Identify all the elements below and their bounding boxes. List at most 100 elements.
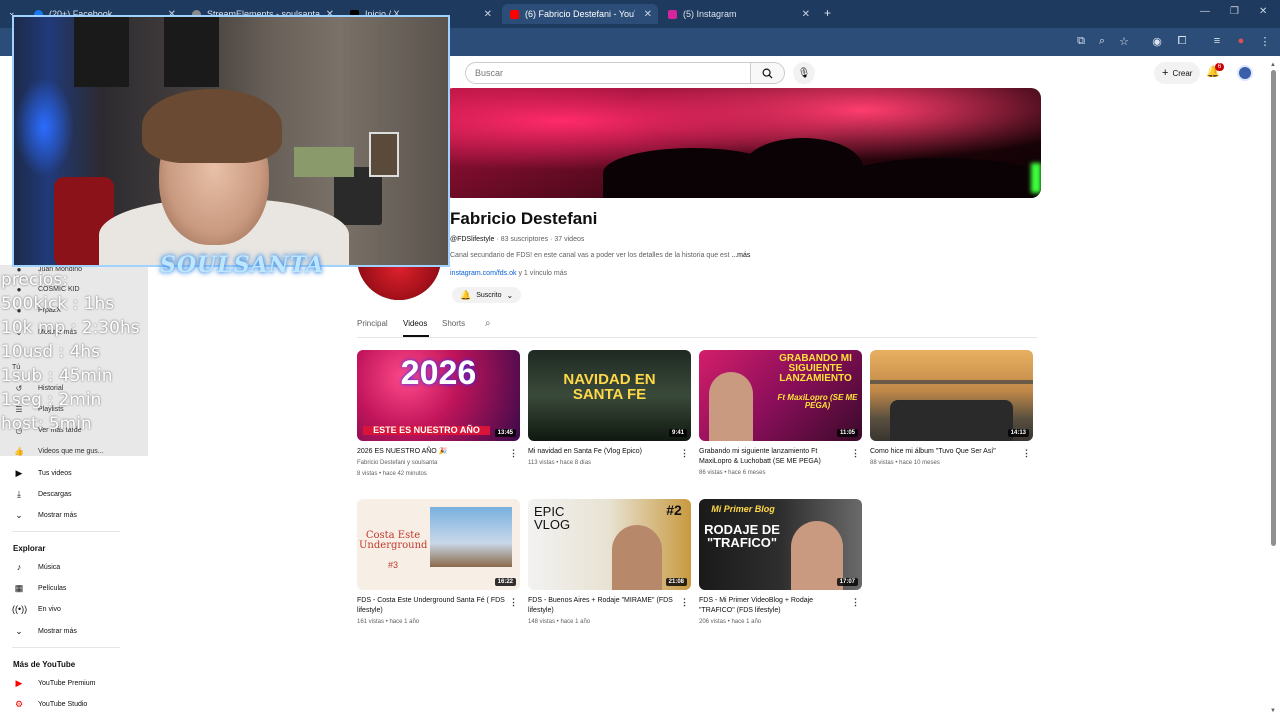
profile-icon[interactable]: ● bbox=[1234, 35, 1248, 47]
tab-principal[interactable]: Principal bbox=[357, 319, 388, 328]
video-thumbnail[interactable]: 2026 ESTE ES NUESTRO AÑO 13:45 bbox=[357, 350, 520, 441]
thumb-person bbox=[709, 372, 753, 441]
close-icon[interactable]: ✕ bbox=[484, 9, 492, 20]
subscribed-button[interactable]: 🔔 Suscrito ⌄ bbox=[452, 287, 522, 303]
page-scrollbar[interactable] bbox=[1271, 70, 1276, 546]
video-title[interactable]: FDS - Costa Este Underground Santa Fé ( … bbox=[357, 596, 507, 616]
price-line: 500kick : 1hs bbox=[1, 294, 115, 314]
tab-instagram[interactable]: (5) Instagram ✕ bbox=[660, 4, 816, 24]
thumb-sub: ESTE ES NUESTRO AÑO bbox=[363, 426, 490, 435]
extension-icon[interactable]: ◉ bbox=[1150, 35, 1164, 48]
tab-youtube[interactable]: (6) Fabricio Destefani - YouTube ✕ bbox=[502, 4, 658, 24]
close-window-icon[interactable]: ✕ bbox=[1259, 6, 1267, 17]
thumb-text: RODAJE DE "TRAFICO" bbox=[704, 522, 780, 550]
cast-icon[interactable]: ⧉ bbox=[1074, 35, 1088, 48]
channel-search-icon[interactable]: ⌕ bbox=[485, 318, 491, 329]
bookmark-star-icon[interactable]: ☆ bbox=[1117, 35, 1131, 48]
search-button[interactable] bbox=[751, 62, 785, 84]
video-card[interactable]: 2026 ESTE ES NUESTRO AÑO 13:45 2026 ES N… bbox=[357, 350, 520, 479]
video-card[interactable]: GRABANDO MI SIGUIENTE LANZAMIENTO Ft Max… bbox=[699, 350, 862, 478]
video-thumbnail[interactable]: NAVIDAD EN SANTA FE 9:41 bbox=[528, 350, 691, 441]
video-duration: 17:07 bbox=[836, 578, 858, 586]
video-title[interactable]: Como hice mi álbum "Tuvo Que Ser Así" bbox=[870, 447, 1020, 457]
subscriber-count: 83 suscriptores bbox=[500, 236, 549, 243]
sidebar-item-label: Música bbox=[38, 563, 61, 571]
channel-link-more[interactable]: y 1 vínculo más bbox=[518, 270, 567, 277]
video-thumbnail[interactable]: Costa Este Underground #3 16:22 bbox=[357, 499, 520, 590]
channel-link-url[interactable]: instagram.com/fds.ok bbox=[450, 270, 517, 277]
description-more[interactable]: ...más bbox=[731, 252, 750, 259]
video-card[interactable]: NAVIDAD EN SANTA FE 9:41 Mi navidad en S… bbox=[528, 350, 691, 468]
more-options-icon[interactable]: ⋮ bbox=[680, 597, 689, 608]
zoom-icon[interactable]: ⌕ bbox=[1095, 35, 1109, 48]
sidebar-item-label: Mostrar más bbox=[38, 511, 77, 519]
more-options-icon[interactable]: ⋮ bbox=[1022, 448, 1031, 459]
video-card[interactable]: Mi Primer Blog RODAJE DE "TRAFICO" 17:07… bbox=[699, 499, 862, 627]
scroll-up-arrow-icon[interactable]: ▲ bbox=[1270, 62, 1276, 68]
search-input[interactable]: Buscar bbox=[465, 62, 751, 84]
more-options-icon[interactable]: ⋮ bbox=[509, 448, 518, 459]
scroll-down-arrow-icon[interactable]: ▼ bbox=[1270, 708, 1276, 714]
media-queue-icon[interactable]: ≡ bbox=[1210, 35, 1224, 47]
price-line: 1seg : 2min bbox=[1, 390, 102, 410]
create-button[interactable]: + Crear bbox=[1154, 62, 1201, 84]
stream-prices-overlay: precios: 500kick : 1hs 10k mp : 2:30hs 1… bbox=[1, 268, 161, 436]
video-duration: 9:41 bbox=[668, 429, 687, 437]
sidebar-item-youtube-studio[interactable]: ⚙ YouTube Studio bbox=[12, 696, 87, 712]
sidebar-item-live[interactable]: ((•)) En vivo bbox=[12, 601, 61, 617]
minimize-icon[interactable]: — bbox=[1200, 6, 1210, 17]
video-title[interactable]: FDS - Buenos Aires + Rodaje "MIRAME" (FD… bbox=[528, 596, 678, 616]
subscribed-label: Suscrito bbox=[476, 291, 502, 299]
thumb-text: EPIC VLOG bbox=[534, 504, 571, 532]
video-thumbnail[interactable]: Mi Primer Blog RODAJE DE "TRAFICO" 17:07 bbox=[699, 499, 862, 590]
banner-light bbox=[1031, 163, 1041, 193]
webcam-acoustic-panel bbox=[74, 17, 129, 87]
video-title[interactable]: FDS - Mi Primer VideoBlog + Rodaje "TRAF… bbox=[699, 596, 849, 616]
webcam-frame bbox=[369, 132, 399, 177]
video-title[interactable]: Mi navidad en Santa Fe (Vlog Epico) bbox=[528, 447, 678, 457]
channel-description[interactable]: Canal secundario de FDS! en este canal v… bbox=[450, 252, 750, 259]
video-card[interactable]: 14:13 Como hice mi álbum "Tuvo Que Ser A… bbox=[870, 350, 1033, 468]
account-avatar[interactable] bbox=[1237, 65, 1253, 81]
video-thumbnail[interactable]: 14:13 bbox=[870, 350, 1033, 441]
sidebar-item-your-videos[interactable]: ▶ Tus videos bbox=[12, 465, 72, 481]
video-card[interactable]: Costa Este Underground #3 16:22 FDS - Co… bbox=[357, 499, 520, 627]
close-icon[interactable]: ✕ bbox=[802, 9, 810, 20]
sidebar-show-more[interactable]: ⌄ Mostrar más bbox=[12, 507, 77, 523]
video-channel[interactable]: Fabricio Destefani y soulsanta bbox=[357, 459, 520, 468]
more-options-icon[interactable]: ⋮ bbox=[851, 597, 860, 608]
chevron-down-icon: ⌄ bbox=[506, 290, 514, 300]
sidebar-item-youtube-premium[interactable]: ▶ YouTube Premium bbox=[12, 675, 96, 691]
more-options-icon[interactable]: ⋮ bbox=[680, 448, 689, 459]
video-title[interactable]: Grabando mi siguiente lanzamiento Ft Max… bbox=[699, 447, 849, 467]
price-line: 10usd : 4hs bbox=[1, 342, 101, 362]
sidebar-item-movies[interactable]: ▦ Películas bbox=[12, 580, 67, 596]
more-options-icon[interactable]: ⋮ bbox=[509, 597, 518, 608]
voice-search-button[interactable]: 🎙 bbox=[793, 62, 815, 84]
sidebar-item-music[interactable]: ♪ Música bbox=[12, 559, 60, 575]
play-square-icon: ▶ bbox=[15, 467, 23, 478]
sidebar-heading-explore: Explorar bbox=[13, 544, 46, 553]
menu-dots-icon[interactable]: ⋮ bbox=[1258, 35, 1272, 48]
chevron-down-icon: ⌄ bbox=[15, 625, 23, 636]
close-icon[interactable]: ✕ bbox=[644, 9, 652, 20]
tab-videos[interactable]: Videos bbox=[403, 319, 427, 328]
video-age: hace 10 meses bbox=[899, 460, 940, 466]
video-thumbnail[interactable]: EPIC VLOG #2 21:08 bbox=[528, 499, 691, 590]
video-thumbnail[interactable]: GRABANDO MI SIGUIENTE LANZAMIENTO Ft Max… bbox=[699, 350, 862, 441]
sidebar-item-liked[interactable]: 👍 Videos que me gus... bbox=[12, 444, 104, 458]
tab-shorts[interactable]: Shorts bbox=[442, 319, 465, 328]
video-views: 148 vistas bbox=[528, 619, 556, 625]
sidebar-item-downloads[interactable]: ⤓ Descargas bbox=[12, 486, 71, 502]
sidebar-show-more[interactable]: ⌄ Mostrar más bbox=[12, 623, 77, 639]
video-title[interactable]: 2026 ES NUESTRO AÑO 🎉 bbox=[357, 447, 507, 457]
more-options-icon[interactable]: ⋮ bbox=[851, 448, 860, 459]
maximize-icon[interactable]: ❐ bbox=[1230, 6, 1239, 17]
new-tab-button[interactable]: + bbox=[824, 6, 831, 20]
video-duration: 21:08 bbox=[665, 578, 687, 586]
thumb-text: 2026 bbox=[400, 354, 477, 392]
puzzle-icon[interactable]: ⧠ bbox=[1175, 35, 1189, 48]
youtube-premium-icon: ▶ bbox=[15, 677, 23, 688]
channel-handle[interactable]: @FDSlifestyle bbox=[450, 236, 494, 243]
video-card[interactable]: EPIC VLOG #2 21:08 FDS - Buenos Aires + … bbox=[528, 499, 691, 627]
